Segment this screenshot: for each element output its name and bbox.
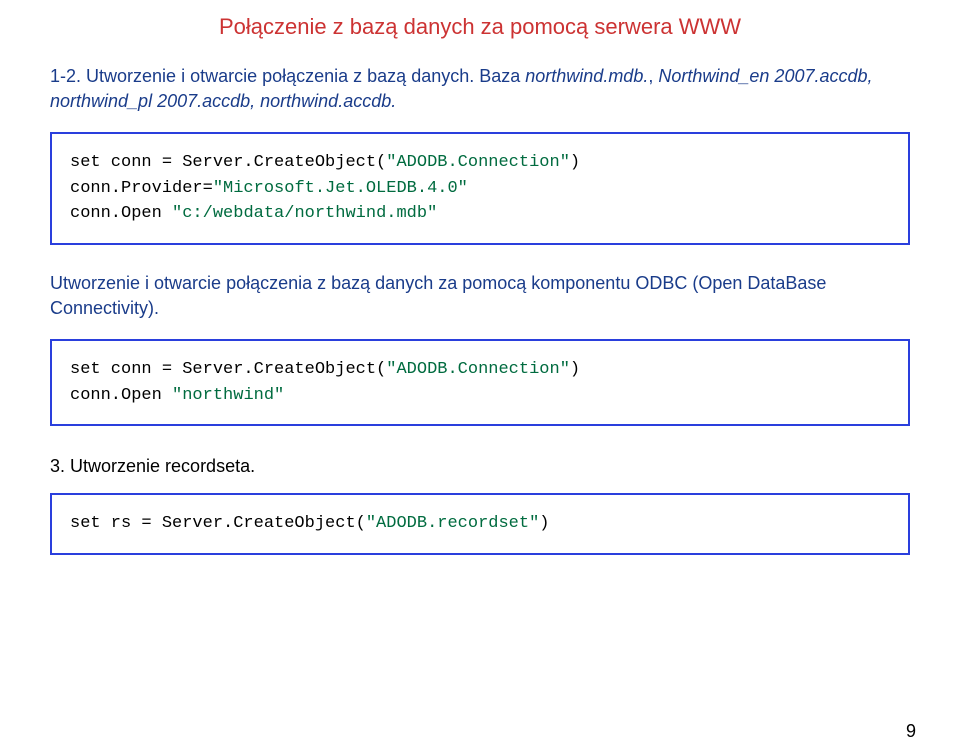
code2-l2-b: "northwind" (172, 386, 284, 405)
paragraph-2: Utworzenie i otwarcie połączenia z bazą … (50, 271, 910, 321)
code-block-3: set rs = Server.CreateObject("ADODB.reco… (50, 493, 910, 555)
page-title: Połączenie z bazą danych za pomocą serwe… (50, 14, 910, 40)
code2-l1-c: ) (570, 360, 580, 379)
code1-l2-a: conn.Provider= (70, 179, 213, 198)
code1-l1-a: set conn = Server.CreateObject( (70, 153, 386, 172)
section-3-label: 3. Utworzenie recordseta. (50, 456, 910, 477)
code1-l2-b: "Microsoft.Jet.OLEDB.4.0" (213, 179, 468, 198)
code2-l2-a: conn.Open (70, 386, 172, 405)
code1-l3-b: "c:/webdata/northwind.mdb" (172, 204, 437, 223)
code3-l1-a: set rs = Server.CreateObject( (70, 514, 366, 533)
code-block-1: set conn = Server.CreateObject("ADODB.Co… (50, 132, 910, 245)
paragraph-1: 1-2. Utworzenie i otwarcie połączenia z … (50, 64, 910, 114)
code2-l1-b: "ADODB.Connection" (386, 360, 570, 379)
para1-text: Utworzenie i otwarcie połączenia z bazą … (86, 66, 525, 86)
code1-l3-a: conn.Open (70, 204, 172, 223)
para1-baza: northwind.mdb. (525, 66, 648, 86)
para1-prefix: 1-2. (50, 66, 86, 86)
code3-l1-c: ) (539, 514, 549, 533)
page-number: 9 (906, 721, 916, 742)
code1-l1-c: ) (570, 153, 580, 172)
code3-l1-b: "ADODB.recordset" (366, 514, 539, 533)
code2-l1-a: set conn = Server.CreateObject( (70, 360, 386, 379)
code-block-2: set conn = Server.CreateObject("ADODB.Co… (50, 339, 910, 426)
code1-l1-b: "ADODB.Connection" (386, 153, 570, 172)
para1-text2: , (648, 66, 658, 86)
